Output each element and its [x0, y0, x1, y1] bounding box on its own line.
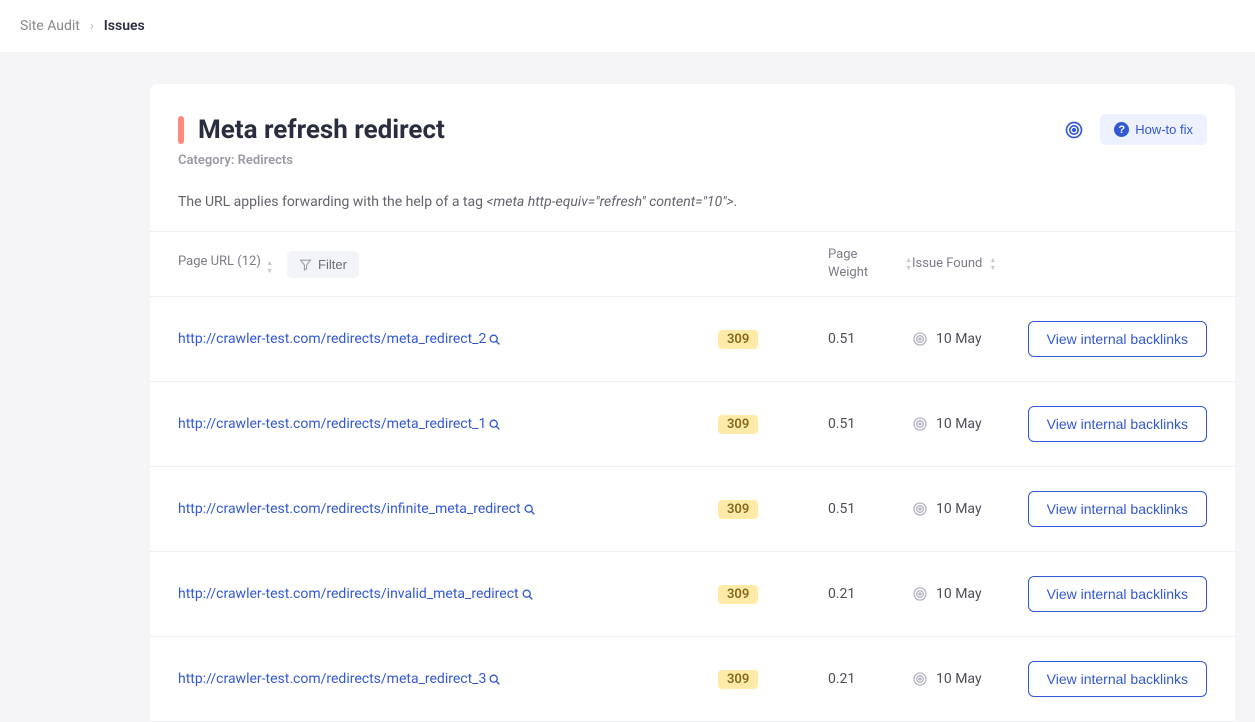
issue-description: The URL applies forwarding with the help…: [178, 192, 1207, 213]
table-row: http://crawler-test.com/redirects/meta_r…: [150, 382, 1235, 467]
search-icon[interactable]: [523, 503, 536, 516]
view-backlinks-button[interactable]: View internal backlinks: [1028, 321, 1207, 357]
sort-icon: ▲▼: [905, 257, 912, 272]
col-issue-header[interactable]: Issue Found: [912, 255, 982, 273]
target-icon: [912, 501, 928, 517]
sort-icon: ▲▼: [989, 257, 996, 272]
category-label: Category: Redirects: [178, 153, 1207, 168]
table-row: http://crawler-test.com/redirects/infini…: [150, 467, 1235, 552]
breadcrumb: Site Audit › Issues: [0, 0, 1255, 52]
view-backlinks-button[interactable]: View internal backlinks: [1028, 406, 1207, 442]
question-icon: ?: [1114, 122, 1129, 137]
weight-value: 0.21: [828, 586, 855, 602]
col-url-header[interactable]: Page URL (12) ▲▼: [178, 253, 273, 275]
weight-value: 0.21: [828, 671, 855, 687]
url-link[interactable]: http://crawler-test.com/redirects/invali…: [178, 586, 519, 602]
issue-date: 10 May: [936, 331, 982, 347]
view-backlinks-button[interactable]: View internal backlinks: [1028, 576, 1207, 612]
page-title: Meta refresh redirect: [198, 115, 445, 145]
table-row: http://crawler-test.com/redirects/meta_r…: [150, 297, 1235, 382]
issue-card: Meta refresh redirect ? How-to: [150, 84, 1235, 722]
url-link[interactable]: http://crawler-test.com/redirects/infini…: [178, 501, 521, 517]
url-link[interactable]: http://crawler-test.com/redirects/meta_r…: [178, 416, 486, 432]
severity-indicator: [178, 116, 184, 144]
search-icon[interactable]: [488, 673, 501, 686]
search-icon[interactable]: [488, 333, 501, 346]
search-icon[interactable]: [488, 418, 501, 431]
col-weight-header[interactable]: Page Weight: [828, 246, 898, 282]
view-backlinks-button[interactable]: View internal backlinks: [1028, 491, 1207, 527]
status-badge: 309: [718, 585, 758, 604]
howto-label: How-to fix: [1135, 122, 1193, 137]
target-icon: [912, 331, 928, 347]
status-badge: 309: [718, 670, 758, 689]
table-header: Page URL (12) ▲▼ Filter Page Weight ▲▼: [150, 231, 1235, 297]
issue-date: 10 May: [936, 416, 982, 432]
issue-date: 10 May: [936, 586, 982, 602]
chevron-right-icon: ›: [90, 19, 94, 34]
view-backlinks-button[interactable]: View internal backlinks: [1028, 661, 1207, 697]
weight-value: 0.51: [828, 331, 855, 347]
target-icon: [912, 416, 928, 432]
breadcrumb-parent[interactable]: Site Audit: [20, 18, 80, 34]
status-badge: 309: [718, 330, 758, 349]
url-link[interactable]: http://crawler-test.com/redirects/meta_r…: [178, 671, 486, 687]
target-icon: [912, 671, 928, 687]
status-badge: 309: [718, 415, 758, 434]
issue-date: 10 May: [936, 501, 982, 517]
filter-icon: [299, 258, 312, 271]
howto-fix-button[interactable]: ? How-to fix: [1100, 114, 1207, 145]
issue-date: 10 May: [936, 671, 982, 687]
filter-button[interactable]: Filter: [287, 251, 359, 278]
weight-value: 0.51: [828, 416, 855, 432]
search-icon[interactable]: [521, 588, 534, 601]
url-link[interactable]: http://crawler-test.com/redirects/meta_r…: [178, 331, 486, 347]
table-row: http://crawler-test.com/redirects/meta_r…: [150, 637, 1235, 722]
sort-icon: ▲▼: [266, 260, 273, 275]
target-icon: [912, 586, 928, 602]
breadcrumb-current: Issues: [104, 18, 145, 34]
status-badge: 309: [718, 500, 758, 519]
target-icon[interactable]: [1062, 118, 1086, 142]
table-body: http://crawler-test.com/redirects/meta_r…: [150, 297, 1235, 722]
table-row: http://crawler-test.com/redirects/invali…: [150, 552, 1235, 637]
weight-value: 0.51: [828, 501, 855, 517]
